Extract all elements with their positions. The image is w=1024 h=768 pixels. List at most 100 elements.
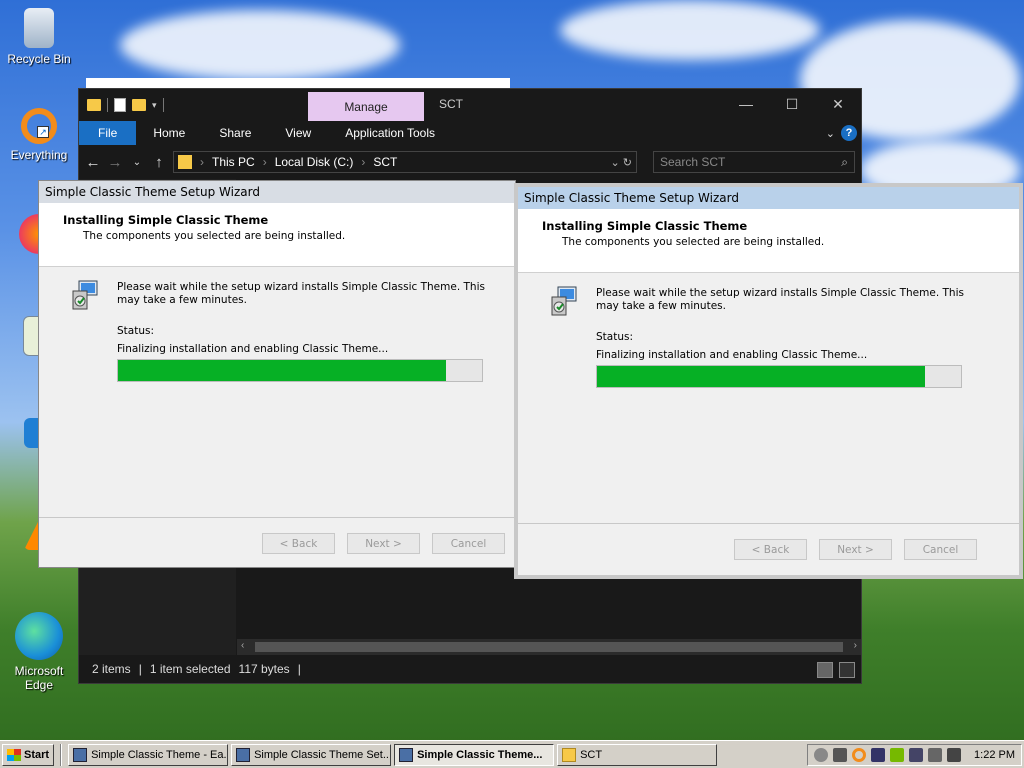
back-button[interactable]: < Back — [734, 539, 807, 560]
chevron-down-icon[interactable]: ▾ — [152, 100, 157, 111]
app-icon — [73, 747, 88, 762]
scroll-left-icon[interactable]: ‹ — [241, 640, 244, 651]
explorer-title-bar: ▾ Manage SCT — ☐ ✕ — [79, 89, 861, 121]
new-folder-icon[interactable] — [132, 99, 146, 111]
progress-fill — [597, 366, 925, 387]
tab-application-tools[interactable]: Application Tools — [328, 121, 452, 145]
dialog-divider — [39, 517, 515, 518]
wizard-body: Please wait while the setup wizard insta… — [39, 267, 515, 517]
back-arrow-icon[interactable]: ← — [85, 154, 101, 171]
quick-access-toolbar: ▾ — [79, 98, 164, 112]
wizard-heading: Installing Simple Classic Theme — [542, 219, 748, 233]
back-button[interactable]: < Back — [262, 533, 335, 554]
edge-icon — [15, 612, 63, 660]
search-icon[interactable] — [871, 747, 886, 762]
desktop-icon-label: Microsoft Edge — [14, 664, 64, 692]
window-title: SCT — [439, 97, 463, 111]
view-toggles — [817, 662, 855, 678]
help-icon[interactable]: ? — [841, 125, 857, 141]
breadcrumb-separator: › — [361, 155, 366, 169]
desktop-icon-label: Everything — [10, 148, 68, 162]
search-icon: ⌕ — [841, 154, 848, 169]
large-icons-view-icon[interactable] — [839, 662, 855, 678]
folder-icon — [562, 747, 577, 762]
clock[interactable]: 1:22 PM — [974, 749, 1015, 761]
explorer-status-bar: 2 items | 1 item selected 117 bytes | — [79, 655, 861, 683]
setup-wizard-dialog: Simple Classic Theme Setup Wizard Instal… — [38, 180, 516, 568]
folder-icon[interactable] — [87, 99, 101, 111]
cancel-button[interactable]: Cancel — [432, 533, 505, 554]
selected-size: 117 bytes — [238, 662, 290, 676]
search-input[interactable]: Search SCT ⌕ — [653, 151, 855, 173]
folder-icon — [178, 155, 192, 169]
status-text: Finalizing installation and enabling Cla… — [596, 349, 868, 361]
address-bar[interactable]: › This PC › Local Disk (C:) › SCT ⌄ ↻ — [173, 151, 637, 173]
breadcrumb-separator: › — [262, 155, 267, 169]
taskbar-button-label: Simple Classic Theme... — [417, 748, 543, 761]
breadcrumb-local-disk[interactable]: Local Disk (C:) — [275, 155, 354, 169]
notification-icon[interactable] — [947, 747, 962, 762]
dialog-buttons: < Back Next > Cancel — [262, 533, 505, 554]
nvidia-icon[interactable] — [890, 747, 905, 762]
taskbar-button-active[interactable]: Simple Classic Theme... — [394, 743, 555, 766]
status-text: Finalizing installation and enabling Cla… — [117, 343, 389, 355]
network-icon[interactable] — [909, 747, 924, 762]
wizard-subheading: The components you selected are being in… — [83, 230, 346, 242]
expand-ribbon-icon[interactable]: ⌄ — [826, 127, 835, 140]
installer-icon — [551, 286, 577, 316]
next-button[interactable]: Next > — [819, 539, 892, 560]
tab-manage[interactable]: Manage — [308, 92, 424, 121]
recycle-bin-icon — [24, 8, 54, 48]
scrollbar-thumb[interactable] — [255, 642, 843, 652]
cancel-button[interactable]: Cancel — [904, 539, 977, 560]
system-tray: 1:22 PM — [807, 743, 1022, 766]
window-controls: — ☐ ✕ — [723, 89, 861, 119]
volume-icon[interactable] — [928, 747, 943, 762]
status-label: Status: — [596, 331, 633, 343]
start-button[interactable]: Start — [2, 743, 55, 766]
taskbar-button-label: Simple Classic Theme - Ea... — [91, 748, 229, 761]
everything-tray-icon[interactable] — [852, 747, 867, 762]
toolbar-divider — [162, 98, 164, 112]
desktop-icon-recycle-bin[interactable]: Recycle Bin — [4, 8, 74, 66]
taskbar-button[interactable]: Simple Classic Theme - Ea... — [68, 743, 229, 766]
tab-home[interactable]: Home — [136, 121, 202, 145]
next-button[interactable]: Next > — [347, 533, 420, 554]
wallpaper-cloud — [560, 0, 820, 60]
close-icon[interactable]: ✕ — [815, 89, 861, 119]
wallpaper-cloud — [120, 10, 400, 80]
recent-locations-icon[interactable]: ⌄ — [129, 157, 145, 168]
properties-icon[interactable] — [114, 98, 126, 112]
refresh-icon[interactable]: ⌄ ↻ — [611, 156, 633, 169]
settings-tray-icon[interactable] — [814, 747, 829, 762]
forward-arrow-icon[interactable]: → — [107, 154, 123, 171]
selected-count: 1 item selected — [149, 662, 231, 676]
tab-view[interactable]: View — [268, 121, 328, 145]
desktop-icon-edge[interactable]: Microsoft Edge — [4, 612, 74, 692]
tab-share[interactable]: Share — [202, 121, 268, 145]
taskbar-button-label: Simple Classic Theme Set... — [254, 748, 392, 761]
taskbar-button[interactable]: SCT — [557, 743, 718, 766]
desktop-icon-everything[interactable]: ↗ Everything — [4, 108, 74, 162]
shortcut-arrow-icon: ↗ — [37, 126, 49, 138]
desktop-icon-label: Recycle Bin — [7, 52, 71, 66]
shield-icon[interactable] — [833, 747, 848, 762]
item-count: 2 items — [92, 662, 131, 676]
horizontal-scrollbar[interactable]: ‹ › — [237, 639, 861, 655]
breadcrumb-this-pc[interactable]: This PC — [212, 155, 255, 169]
wizard-header: Installing Simple Classic Theme The comp… — [518, 209, 1019, 273]
maximize-icon[interactable]: ☐ — [769, 89, 815, 119]
taskbar: Start Simple Classic Theme - Ea... Simpl… — [0, 740, 1024, 768]
up-arrow-icon[interactable]: ↑ — [151, 154, 167, 171]
ribbon-tabs: File Home Share View Application Tools ⌄… — [79, 121, 861, 145]
wizard-subheading: The components you selected are being in… — [562, 236, 825, 248]
tab-file[interactable]: File — [79, 121, 137, 145]
scroll-right-icon[interactable]: › — [854, 640, 857, 651]
breadcrumb-sct[interactable]: SCT — [373, 155, 397, 169]
app-icon — [399, 747, 414, 762]
dialog-title: Simple Classic Theme Setup Wizard — [518, 187, 1019, 209]
minimize-icon[interactable]: — — [723, 89, 769, 119]
progress-bar — [596, 365, 962, 388]
taskbar-button[interactable]: Simple Classic Theme Set... — [231, 743, 392, 766]
details-view-icon[interactable] — [817, 662, 833, 678]
